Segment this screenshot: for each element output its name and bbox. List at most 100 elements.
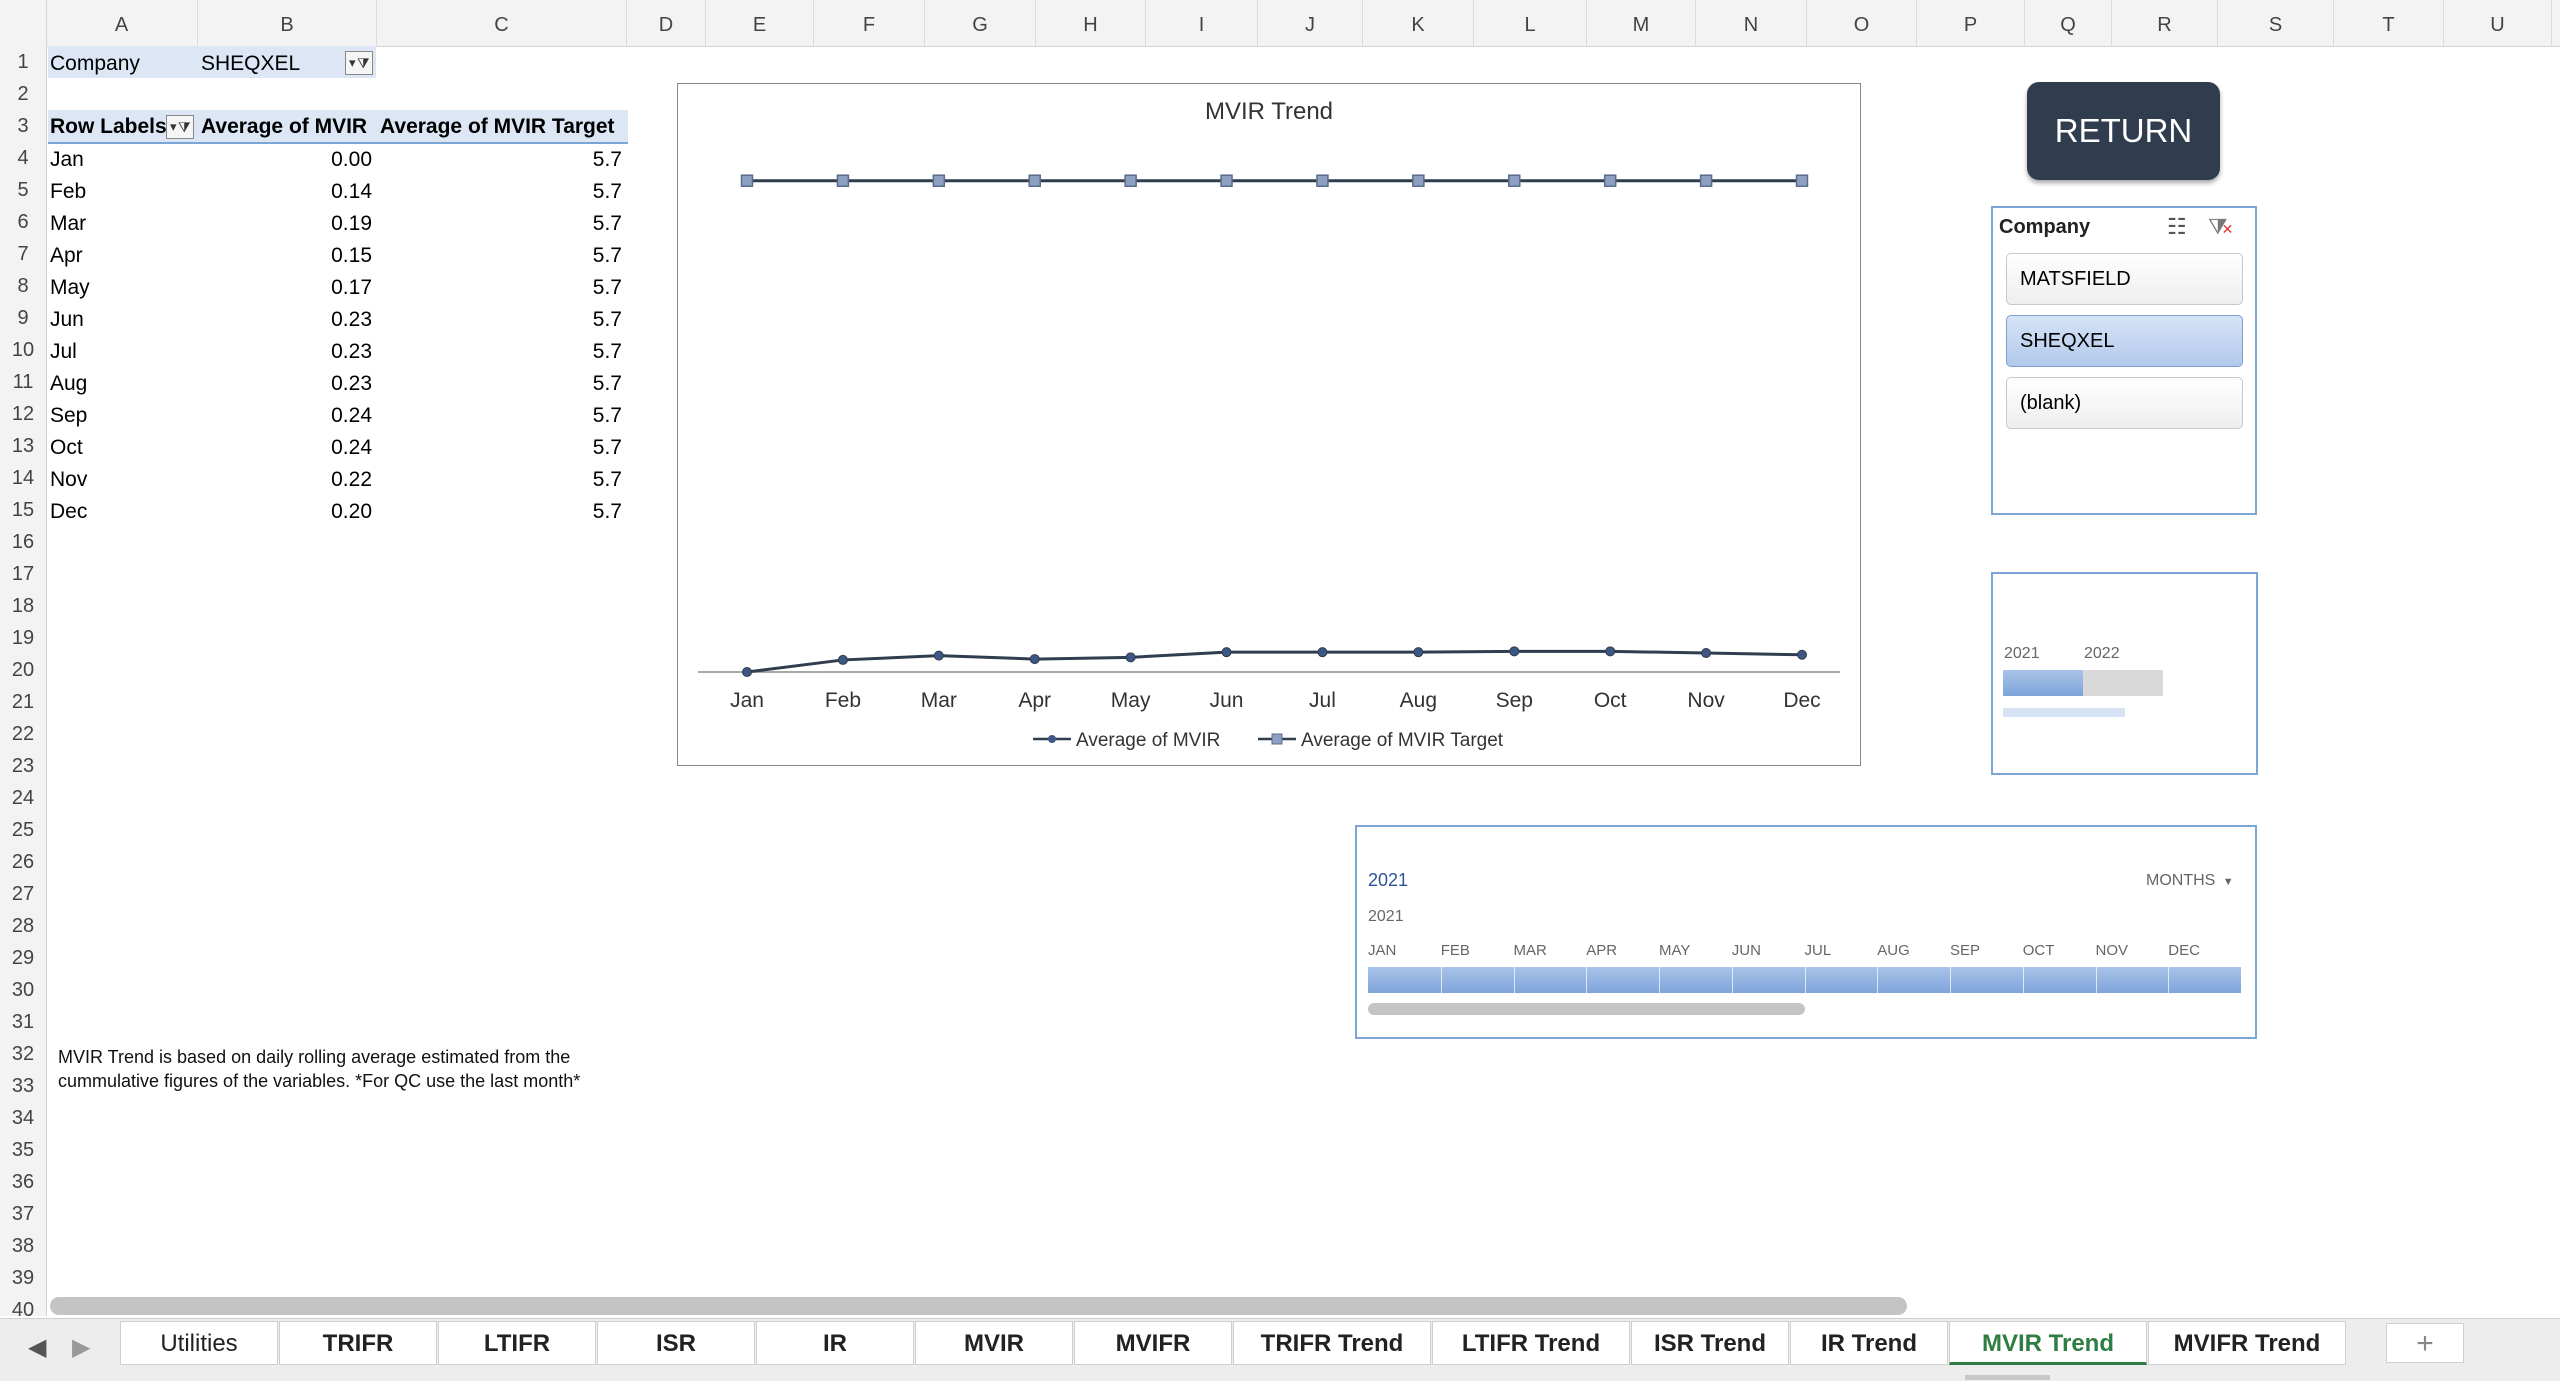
row-header-22[interactable]: 22 <box>0 718 46 750</box>
tab-ltifr[interactable]: LTIFR <box>438 1321 596 1365</box>
row-header-36[interactable]: 36 <box>0 1166 46 1198</box>
slicer-item-matsfield[interactable]: MATSFIELD <box>2006 253 2243 305</box>
tab-mvifr[interactable]: MVIFR <box>1074 1321 1232 1365</box>
row-header-39[interactable]: 39 <box>0 1262 46 1294</box>
row-header-35[interactable]: 35 <box>0 1134 46 1166</box>
row-header-30[interactable]: 30 <box>0 974 46 1006</box>
row-header-31[interactable]: 31 <box>0 1006 46 1038</box>
tab-ltifr-trend[interactable]: LTIFR Trend <box>1432 1321 1630 1365</box>
year-bar-track[interactable] <box>2003 670 2163 696</box>
filter-value[interactable]: SHEQXEL <box>201 48 300 80</box>
month-timeline[interactable]: 2021 MONTHS ▼ 2021 JAN FEB MAR APR MAY JUN JUL… <box>1355 825 2257 1039</box>
column-header-f[interactable]: F <box>814 0 925 46</box>
month-label-jan[interactable]: JAN <box>1368 942 1396 959</box>
row-header-18[interactable]: 18 <box>0 590 46 622</box>
column-header-u[interactable]: U <box>2444 0 2552 46</box>
row-header-16[interactable]: 16 <box>0 526 46 558</box>
tab-mvir-trend[interactable]: MVIR Trend <box>1949 1321 2147 1365</box>
next-sheet-icon[interactable]: ▶ <box>72 1333 90 1362</box>
column-header-i[interactable]: I <box>1146 0 1258 46</box>
row-header-9[interactable]: 9 <box>0 302 46 334</box>
month-label-nov[interactable]: NOV <box>2096 942 2129 959</box>
column-header-s[interactable]: S <box>2218 0 2334 46</box>
row-header-27[interactable]: 27 <box>0 878 46 910</box>
column-header-t[interactable]: T <box>2334 0 2444 46</box>
month-label-feb[interactable]: FEB <box>1441 942 1470 959</box>
column-header-d[interactable]: D <box>627 0 706 46</box>
row-header-4[interactable]: 4 <box>0 142 46 174</box>
row-header-6[interactable]: 6 <box>0 206 46 238</box>
column-header-h[interactable]: H <box>1036 0 1146 46</box>
month-scroll-track[interactable] <box>1368 1003 2241 1015</box>
row-labels-filter-icon[interactable] <box>166 115 194 139</box>
row-header-8[interactable]: 8 <box>0 270 46 302</box>
month-label-dec[interactable]: DEC <box>2168 942 2200 959</box>
row-header-23[interactable]: 23 <box>0 750 46 782</box>
row-header-25[interactable]: 25 <box>0 814 46 846</box>
slicer-item-blank[interactable]: (blank) <box>2006 377 2243 429</box>
row-header-32[interactable]: 32 <box>0 1038 46 1070</box>
row-header-12[interactable]: 12 <box>0 398 46 430</box>
year-scrollbar[interactable] <box>2003 708 2125 717</box>
row-header-17[interactable]: 17 <box>0 558 46 590</box>
month-label-jul[interactable]: JUL <box>1805 942 1832 959</box>
multi-select-icon[interactable]: ☷ <box>2167 214 2187 240</box>
column-header-a[interactable]: A <box>46 0 198 46</box>
row-header-2[interactable]: 2 <box>0 78 46 110</box>
row-header-33[interactable]: 33 <box>0 1070 46 1102</box>
tab-trifr[interactable]: TRIFR <box>279 1321 437 1365</box>
select-all-corner[interactable] <box>0 0 47 46</box>
tab-utilities[interactable]: Utilities <box>120 1321 278 1365</box>
column-header-k[interactable]: K <box>1363 0 1474 46</box>
column-header-o[interactable]: O <box>1807 0 1917 46</box>
tab-mvir[interactable]: MVIR <box>915 1321 1073 1365</box>
column-header-l[interactable]: L <box>1474 0 1587 46</box>
month-label-sep[interactable]: SEP <box>1950 942 1980 959</box>
row-header-14[interactable]: 14 <box>0 462 46 494</box>
row-header-24[interactable]: 24 <box>0 782 46 814</box>
column-header-e[interactable]: E <box>706 0 814 46</box>
row-header-38[interactable]: 38 <box>0 1230 46 1262</box>
time-level-dropdown[interactable]: MONTHS ▼ <box>2146 872 2234 890</box>
column-header-n[interactable]: N <box>1696 0 1807 46</box>
row-header-11[interactable]: 11 <box>0 366 46 398</box>
company-slicer[interactable]: Company ☷ ⧩✕ MATSFIELD SHEQXEL (blank) <box>1991 206 2257 515</box>
tab-isr-trend[interactable]: ISR Trend <box>1631 1321 1789 1365</box>
column-header-r[interactable]: R <box>2112 0 2218 46</box>
year-timeline[interactable]: 2021 2022 <box>1991 572 2258 775</box>
month-scroll-thumb[interactable] <box>1368 1003 1805 1015</box>
month-bar[interactable] <box>1368 967 2241 993</box>
row-header-28[interactable]: 28 <box>0 910 46 942</box>
row-header-1[interactable]: 1 <box>0 46 46 78</box>
row-header-10[interactable]: 10 <box>0 334 46 366</box>
row-header-19[interactable]: 19 <box>0 622 46 654</box>
column-header-g[interactable]: G <box>925 0 1036 46</box>
column-header-p[interactable]: P <box>1917 0 2025 46</box>
return-button[interactable]: RETURN <box>2027 82 2220 180</box>
tab-mvifr-trend[interactable]: MVIFR Trend <box>2148 1321 2346 1365</box>
row-header-21[interactable]: 21 <box>0 686 46 718</box>
tab-ir-trend[interactable]: IR Trend <box>1790 1321 1948 1365</box>
row-header-15[interactable]: 15 <box>0 494 46 526</box>
month-label-may[interactable]: MAY <box>1659 942 1690 959</box>
row-header-3[interactable]: 3 <box>0 110 46 142</box>
row-header-20[interactable]: 20 <box>0 654 46 686</box>
row-header-13[interactable]: 13 <box>0 430 46 462</box>
month-label-oct[interactable]: OCT <box>2023 942 2055 959</box>
prev-sheet-icon[interactable]: ◀ <box>28 1333 46 1362</box>
tab-isr[interactable]: ISR <box>597 1321 755 1365</box>
row-header-26[interactable]: 26 <box>0 846 46 878</box>
row-header-34[interactable]: 34 <box>0 1102 46 1134</box>
column-header-q[interactable]: Q <box>2025 0 2112 46</box>
add-sheet-icon[interactable]: + <box>2386 1323 2464 1363</box>
month-label-apr[interactable]: APR <box>1586 942 1617 959</box>
row-header-37[interactable]: 37 <box>0 1198 46 1230</box>
month-label-jun[interactable]: JUN <box>1732 942 1761 959</box>
month-label-mar[interactable]: MAR <box>1514 942 1547 959</box>
month-label-aug[interactable]: AUG <box>1877 942 1910 959</box>
row-header-29[interactable]: 29 <box>0 942 46 974</box>
column-header-m[interactable]: M <box>1587 0 1696 46</box>
tab-ir[interactable]: IR <box>756 1321 914 1365</box>
column-header-c[interactable]: C <box>377 0 627 46</box>
mvir-trend-chart[interactable]: MVIR Trend Jan Feb Mar Apr May Jun Jul Aug Sep Oct… <box>677 83 1861 766</box>
